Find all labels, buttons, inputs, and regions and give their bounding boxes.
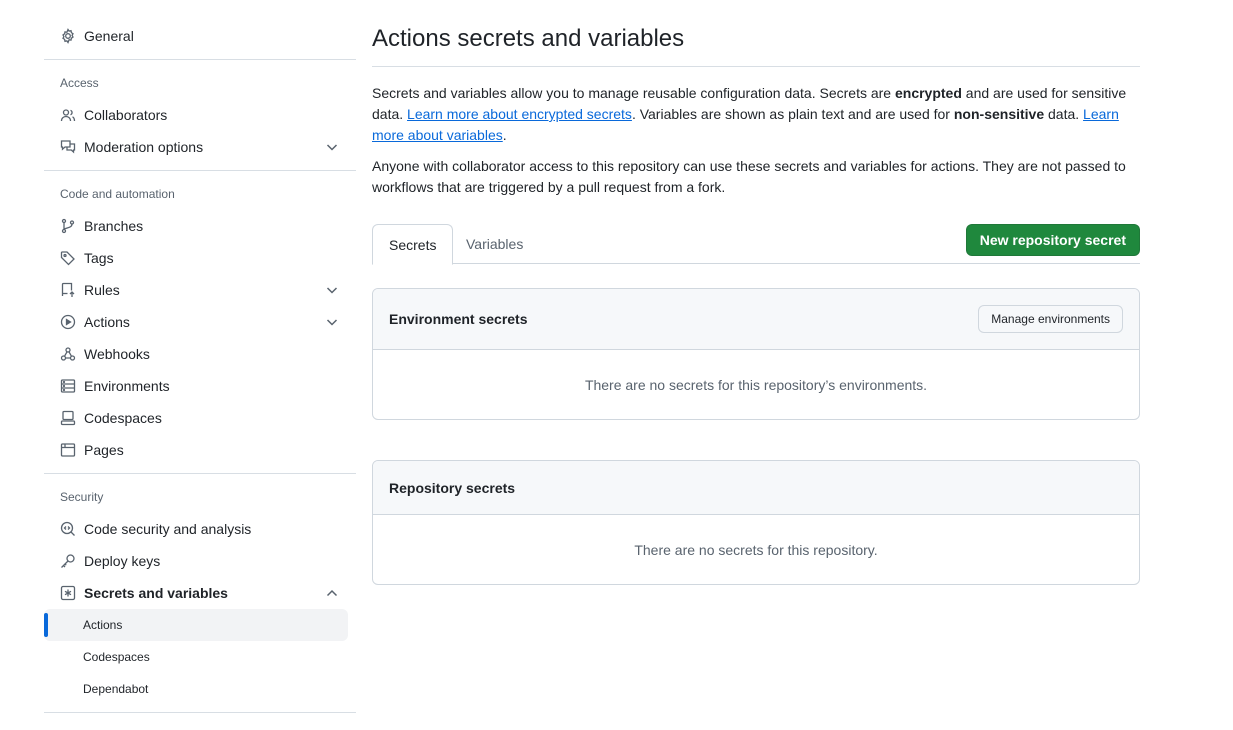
sidebar-item-label: Codespaces (84, 410, 162, 426)
intro-paragraph: Secrets and variables allow you to manag… (372, 83, 1140, 146)
divider (44, 473, 356, 474)
intro-emphasis: encrypted (894, 85, 962, 101)
sidebar-item-label: Tags (84, 250, 114, 266)
gear-icon (60, 28, 76, 44)
browser-icon (60, 442, 76, 458)
intro-text: . Variables are shown as plain text and … (631, 106, 954, 122)
tab-variables[interactable]: Variables (450, 224, 539, 264)
section-title-security: Security (60, 490, 104, 504)
sidebar-subitem-dependabot[interactable]: Dependabot (44, 673, 348, 705)
sidebar-item-rules[interactable]: Rules (44, 274, 348, 306)
intro-emphasis: non-sensitive (953, 106, 1045, 122)
sidebar-subitem-codespaces[interactable]: Codespaces (44, 641, 348, 673)
codescan-icon (60, 521, 76, 537)
repository-secrets-empty: There are no secrets for this repository… (634, 541, 878, 558)
sidebar-item-label: Collaborators (84, 107, 168, 123)
tabs-bar: Secrets Variables New repository secret (372, 224, 1140, 265)
sidebar-item-label: Webhooks (84, 346, 150, 362)
chevron-down-icon[interactable] (324, 314, 340, 330)
repository-secrets-box: Repository secrets There are no secrets … (372, 460, 1140, 585)
intro-text: Secrets and variables allow you to manag… (372, 85, 895, 101)
play-icon (60, 314, 76, 330)
main-content: Actions secrets and variables Secrets an… (372, 22, 1140, 585)
learn-more-secrets-link[interactable]: Learn more about encrypted secrets (407, 106, 632, 122)
sidebar-item-moderation[interactable]: Moderation options (44, 131, 348, 163)
sidebar-item-label: Secrets and variables (84, 585, 228, 601)
environment-secrets-empty: There are no secrets for this repository… (584, 376, 928, 393)
sidebar-item-label: Moderation options (84, 139, 204, 155)
divider (44, 59, 356, 60)
sidebar-item-branches[interactable]: Branches (44, 210, 348, 242)
sidebar-item-label: Rules (84, 282, 120, 298)
tab-secrets[interactable]: Secrets (372, 224, 454, 265)
sidebar-item-environments[interactable]: Environments (44, 370, 348, 402)
sidebar-item-deploy-keys[interactable]: Deploy keys (44, 545, 348, 577)
tag-icon (60, 250, 76, 266)
sidebar-item-label: General (84, 28, 134, 44)
page-title: Actions secrets and variables (372, 22, 1140, 67)
environment-secrets-title: Environment secrets (389, 311, 528, 327)
sidebar-item-actions[interactable]: Actions (44, 306, 348, 338)
sidebar-item-label: Environments (84, 378, 170, 394)
chevron-down-icon[interactable] (324, 139, 340, 155)
divider (44, 712, 356, 713)
sidebar-item-code-security[interactable]: Code security and analysis (44, 513, 348, 545)
sidebar-item-webhooks[interactable]: Webhooks (44, 338, 348, 370)
sidebar-item-tags[interactable]: Tags (44, 242, 348, 274)
environment-secrets-box: Environment secrets Manage environments … (372, 288, 1140, 420)
chevron-down-icon[interactable] (324, 282, 340, 298)
section-title-access: Access (60, 76, 99, 90)
sidebar-item-collaborators[interactable]: Collaborators (44, 99, 348, 131)
repository-secrets-title: Repository secrets (389, 479, 516, 496)
manage-environments-button[interactable]: Manage environments (978, 305, 1123, 333)
chevron-up-icon[interactable] (324, 585, 340, 601)
repository-secrets-header: Repository secrets (373, 461, 1139, 515)
sidebar-item-codespaces[interactable]: Codespaces (44, 402, 348, 434)
people-icon (60, 107, 76, 123)
sidebar-item-label: Actions (84, 314, 130, 330)
divider (44, 170, 356, 171)
webhook-icon (60, 346, 76, 362)
sidebar-subitem-label: Codespaces (83, 650, 150, 664)
codespaces-icon (60, 410, 76, 426)
sidebar-item-secrets-variables[interactable]: Secrets and variables (44, 577, 348, 609)
key-icon (60, 553, 76, 569)
comment-discussion-icon (60, 139, 76, 155)
environment-secrets-header: Environment secrets Manage environments (373, 289, 1139, 350)
sidebar-subitem-label: Dependabot (83, 682, 149, 696)
asterisk-icon (60, 585, 76, 601)
sidebar-subitem-label: Actions (83, 618, 123, 632)
sidebar-item-label: Pages (84, 442, 124, 458)
intro-text: . (502, 127, 507, 143)
new-repository-secret-button[interactable]: New repository secret (965, 224, 1140, 256)
access-note: Anyone with collaborator access to this … (372, 158, 1126, 195)
settings-sidebar: General Access Collaborators Moderation … (44, 20, 356, 720)
server-icon (60, 378, 76, 394)
git-branch-icon (60, 218, 76, 234)
sidebar-item-general[interactable]: General (44, 20, 348, 52)
intro-text: data. (1044, 106, 1084, 122)
sidebar-item-label: Branches (84, 218, 144, 234)
sidebar-item-label: Code security and analysis (84, 521, 252, 537)
sidebar-item-label: Deploy keys (84, 553, 161, 569)
sidebar-item-pages[interactable]: Pages (44, 434, 348, 466)
section-title-code-automation: Code and automation (60, 187, 175, 201)
sidebar-subitem-actions[interactable]: Actions (44, 609, 348, 641)
repo-push-icon (60, 282, 76, 298)
